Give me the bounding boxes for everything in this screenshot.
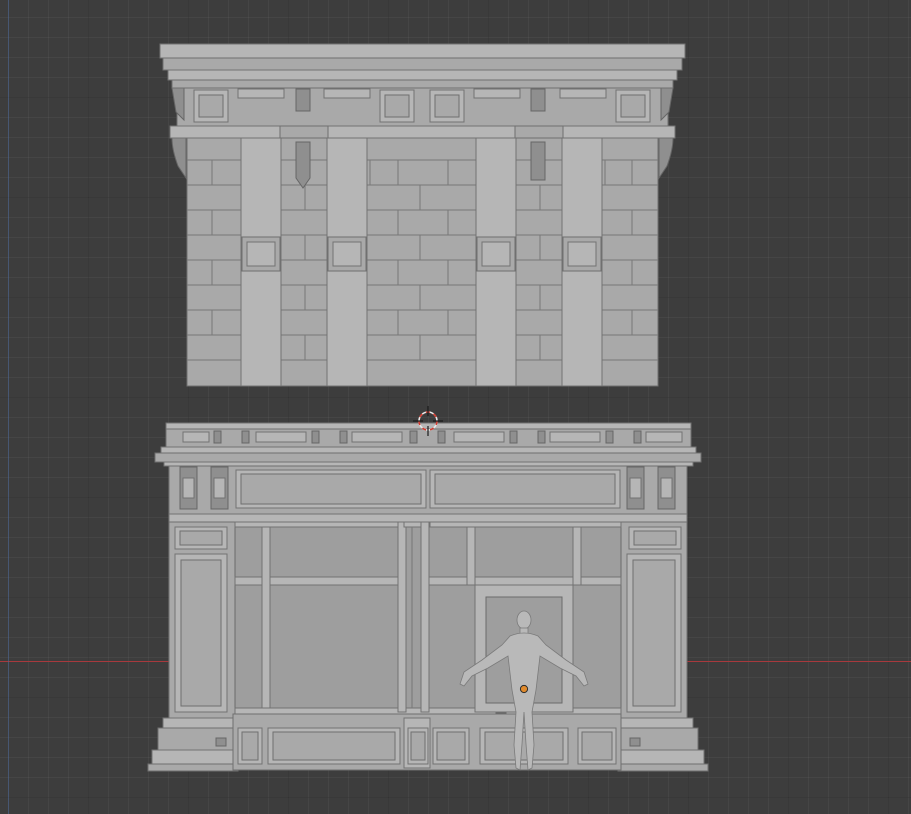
left-pilaster [147, 521, 239, 772]
string-course [169, 125, 676, 139]
base-panels [232, 713, 622, 771]
cornice-top [159, 43, 686, 59]
viewport-canvas[interactable] [0, 0, 911, 814]
shopfront-model[interactable] [147, 422, 709, 772]
upper-facade-model[interactable] [159, 43, 686, 387]
right-pilaster [617, 521, 709, 772]
object-origin-icon[interactable] [519, 684, 529, 694]
